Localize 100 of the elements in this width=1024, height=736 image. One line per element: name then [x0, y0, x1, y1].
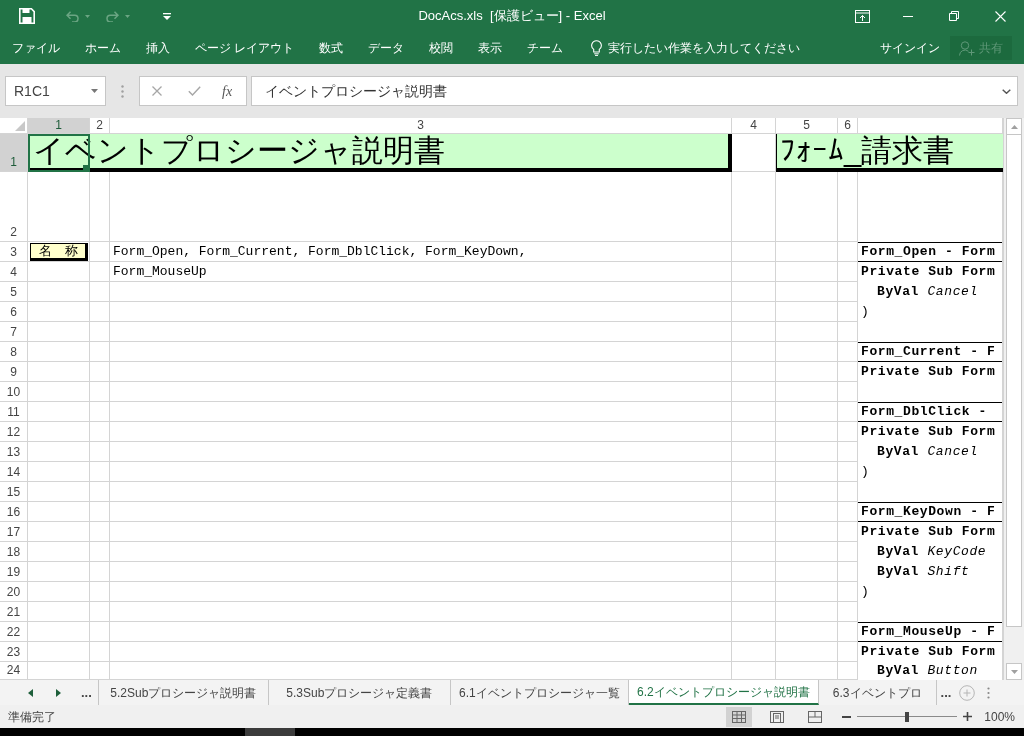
code-line: Private Sub Form [861, 364, 996, 380]
insert-function-button[interactable]: fx [222, 80, 233, 102]
row-header[interactable]: 12 [0, 422, 28, 442]
zoom-slider[interactable] [857, 711, 958, 722]
code-line: ByVal KeyCode [877, 544, 987, 560]
caret-down-icon [125, 14, 130, 18]
row-header[interactable]: 18 [0, 542, 28, 562]
column-header[interactable]: 5 [776, 118, 838, 134]
normal-view-button[interactable] [726, 706, 753, 727]
ribbon-display-options-icon[interactable] [854, 9, 870, 23]
row-header[interactable]: 3 [0, 242, 28, 262]
row-header[interactable]: 5 [0, 282, 28, 302]
caret-down-icon [1010, 669, 1018, 674]
row-header[interactable]: 22 [0, 622, 28, 642]
code-line: ) [861, 464, 870, 480]
code-line: ByVal Button [877, 663, 978, 679]
minimize-icon[interactable] [903, 15, 913, 17]
ribbon-tab[interactable]: チーム [527, 39, 564, 57]
procedure-heading: Form_DblClick - [861, 404, 988, 420]
triangle-left-icon[interactable] [28, 688, 33, 697]
procedure-heading: Form_MouseUp - F [861, 624, 996, 640]
customize-menu-icon[interactable] [163, 12, 171, 20]
formula-field[interactable]: イベントプロシージャ説明書 [251, 76, 1018, 106]
column-header[interactable]: 3 [110, 118, 732, 134]
tell-me-field[interactable]: 実行したい作業を入力してください [608, 39, 814, 57]
save-icon[interactable] [19, 8, 35, 24]
row-header[interactable]: 21 [0, 602, 28, 622]
ribbon-tab[interactable]: ページ レイアウト [195, 39, 295, 57]
row-header[interactable]: 9 [0, 362, 28, 382]
triangle-right-icon[interactable] [56, 688, 61, 697]
column-header[interactable]: 6 [838, 118, 858, 134]
procedure-heading: Form_KeyDown - F [861, 504, 996, 520]
procedure-list-text: Form_Open, Form_Current, Form_DblClick, Form_KeyDown, [113, 243, 527, 260]
sign-in-link[interactable]: サインイン [880, 39, 940, 57]
procedure-heading: Form_Current - F [861, 344, 996, 360]
code-line: ByVal Cancel [877, 444, 978, 460]
sheet-tab[interactable]: 6.2イベントプロシージャ説明書 [628, 680, 819, 705]
lightbulb-icon[interactable] [591, 40, 603, 56]
restore-icon[interactable] [949, 11, 959, 21]
ribbon-tab[interactable]: 数式 [319, 39, 344, 57]
page-break-icon [808, 710, 823, 723]
scroll-down-button[interactable] [1006, 663, 1022, 680]
ribbon-tab[interactable]: ファイル [12, 39, 60, 57]
person-add-icon [959, 40, 975, 56]
page-layout-icon [770, 710, 785, 723]
row-header[interactable]: 4 [0, 262, 28, 282]
code-line: ) [861, 584, 870, 600]
row-header[interactable]: 23 [0, 642, 28, 662]
more-tabs-button[interactable]: ... [81, 686, 92, 699]
row-header[interactable]: 15 [0, 482, 28, 502]
grip-dots-icon [121, 84, 124, 98]
check-icon[interactable] [188, 86, 201, 96]
title-banner: ﾌｫｰﾑ_請求書 [776, 134, 1003, 172]
column-header[interactable]: 2 [90, 118, 110, 134]
plus-icon[interactable] [963, 712, 973, 721]
chevron-down-icon [1002, 88, 1011, 94]
grid-icon [732, 710, 747, 723]
zoom-slider-thumb[interactable] [905, 711, 910, 722]
code-line: ) [861, 304, 870, 320]
procedure-heading: Form_Open - Form [861, 244, 996, 260]
code-line: Private Sub Form [861, 264, 996, 280]
close-icon[interactable] [994, 10, 1006, 22]
ribbon-tab[interactable]: ホーム [85, 39, 121, 57]
row-header[interactable]: 24 [0, 662, 28, 680]
caret-down-icon [85, 14, 90, 18]
caret-down-icon [91, 89, 98, 93]
window-title: DocAcs.xls [保護ビュー] - Excel [418, 7, 606, 26]
ribbon-tab[interactable]: データ [368, 39, 405, 57]
scroll-thumb[interactable] [1006, 135, 1022, 627]
zoom-percentage[interactable]: 100% [984, 707, 1015, 726]
row-header[interactable]: 2 [0, 172, 28, 242]
row-header[interactable]: 8 [0, 342, 28, 362]
row-header[interactable]: 10 [0, 382, 28, 402]
code-line: ByVal Cancel [877, 284, 978, 300]
row-header[interactable]: 6 [0, 302, 28, 322]
column-header[interactable]: 1 [28, 118, 90, 134]
name-box[interactable]: R1C1 [5, 76, 106, 106]
row-header[interactable]: 19 [0, 562, 28, 582]
vertical-scrollbar[interactable] [1003, 118, 1024, 680]
row-header[interactable]: 17 [0, 522, 28, 542]
row-header[interactable]: 16 [0, 502, 28, 522]
row-header[interactable]: 7 [0, 322, 28, 342]
ribbon-tab[interactable]: 挿入 [146, 39, 170, 57]
caret-up-icon [1010, 124, 1018, 129]
row-header[interactable]: 13 [0, 442, 28, 462]
code-line: Private Sub Form [861, 644, 996, 660]
code-line: Private Sub Form [861, 424, 996, 440]
ribbon-tab[interactable]: 校閲 [429, 39, 454, 57]
ribbon-tab[interactable]: 表示 [478, 39, 503, 57]
code-line: Private Sub Form [861, 524, 996, 540]
code-line: ByVal Shift [877, 564, 970, 580]
more-tabs-button[interactable]: ... [940, 686, 952, 699]
procedure-list-text: Form_MouseUp [113, 263, 207, 280]
row-header[interactable]: 1 [0, 134, 28, 172]
scroll-up-button[interactable] [1006, 118, 1022, 135]
row-header[interactable]: 11 [0, 402, 28, 422]
row-header[interactable]: 14 [0, 462, 28, 482]
row-header[interactable]: 20 [0, 582, 28, 602]
minus-icon[interactable] [842, 715, 852, 718]
column-header[interactable]: 4 [732, 118, 776, 134]
